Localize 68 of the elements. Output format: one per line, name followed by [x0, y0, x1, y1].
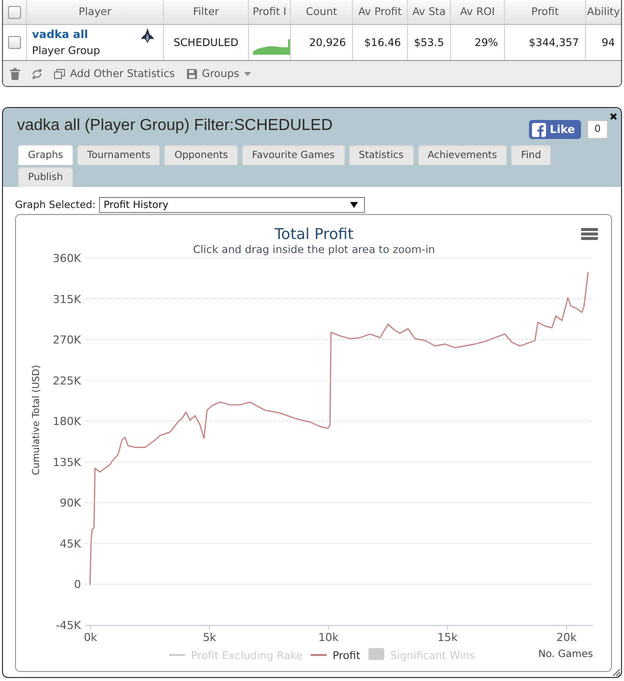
resize-grip-icon[interactable] [613, 669, 620, 676]
column-header[interactable]: Ability [586, 0, 621, 24]
checkbox[interactable] [8, 36, 21, 49]
axis-tick-label: 180K [52, 415, 81, 428]
column-header[interactable]: Av ROI [451, 0, 505, 24]
table-cell: SCHEDULED [164, 25, 249, 60]
graph-select-label: Graph Selected: [15, 200, 96, 210]
y-axis-title: Cumulative Total (USD) [31, 364, 42, 476]
refresh-button[interactable] [32, 68, 42, 80]
axis-tick-label: 45K [60, 537, 81, 550]
axis-tick-label: 315K [52, 292, 81, 306]
axis-tick-label: 135K [52, 456, 81, 469]
windows-icon [54, 68, 65, 78]
tab[interactable]: Favourite Games [242, 145, 345, 165]
axis-tick-label: -45K [56, 619, 81, 632]
tab[interactable]: Statistics [348, 145, 414, 165]
table-cell: 20,926 [291, 25, 353, 60]
table-cell: $344,357 [505, 25, 586, 60]
panel-title: vadka all (Player Group) Filter:SCHEDULED [17, 116, 333, 136]
delete-button[interactable] [10, 68, 20, 80]
axis-tick-label: 5k [202, 631, 216, 644]
tab[interactable]: Publish [18, 167, 73, 187]
like-button[interactable]: Like [528, 120, 581, 139]
chart-title: Total Profit [274, 225, 354, 243]
profit-sparkline [253, 38, 290, 54]
axis-tick-label: 10k [318, 631, 339, 644]
graph-select[interactable]: Profit History [98, 197, 365, 213]
facebook-logo-icon [532, 122, 546, 136]
axis-tick-label: 360K [52, 252, 81, 265]
table-cell: $53.5 [408, 25, 451, 60]
column-header[interactable]: Av Sta [408, 0, 451, 24]
checkbox[interactable] [8, 6, 21, 18]
tab[interactable]: Find [511, 145, 552, 165]
close-icon[interactable] [610, 113, 617, 120]
caret-icon [350, 202, 358, 208]
player-type: Player Group [32, 45, 100, 57]
like-count: 0 [587, 120, 608, 139]
axis-tick-label: 20k [556, 631, 577, 644]
menu-icon[interactable] [581, 228, 598, 240]
add-statistics-button[interactable]: Add Other Statistics [54, 68, 175, 80]
tab[interactable]: Tournaments [77, 145, 160, 165]
column-header[interactable]: Profit I [249, 0, 291, 24]
axis-tick-label: 225K [52, 374, 81, 388]
tab[interactable]: Opponents [164, 145, 238, 165]
column-header[interactable]: Player [27, 0, 164, 24]
column-header[interactable]: Filter [164, 0, 249, 24]
tab[interactable]: Graphs [18, 145, 74, 165]
axis-tick-label: 0 [74, 578, 81, 592]
table-cell: 29% [451, 25, 505, 60]
legend-label[interactable]: Profit [332, 650, 360, 662]
axis-tick-label: 270K [52, 334, 81, 347]
axis-tick-label: 0k [84, 631, 98, 644]
table-cell-text: 94 [600, 36, 616, 50]
axis-tick-label: 15k [437, 631, 458, 644]
tab[interactable]: Achievements [418, 145, 508, 165]
trash-icon [10, 68, 20, 80]
refresh-icon [32, 68, 42, 80]
table-cell: $16.46 [353, 25, 408, 60]
x-axis-title: No. Games [538, 649, 593, 660]
column-header[interactable]: Count [291, 0, 353, 24]
column-header[interactable]: Profit [505, 0, 586, 24]
caret-icon [244, 72, 252, 76]
axis-tick-label: 90K [60, 496, 81, 510]
player-link[interactable]: vadka all [32, 28, 100, 41]
column-header[interactable]: Av Profit [353, 0, 408, 24]
chart-subtitle: Click and drag inside the plot area to zoom-in [192, 244, 436, 256]
rocket-icon [141, 28, 154, 43]
groups-button[interactable]: Groups [186, 68, 252, 80]
